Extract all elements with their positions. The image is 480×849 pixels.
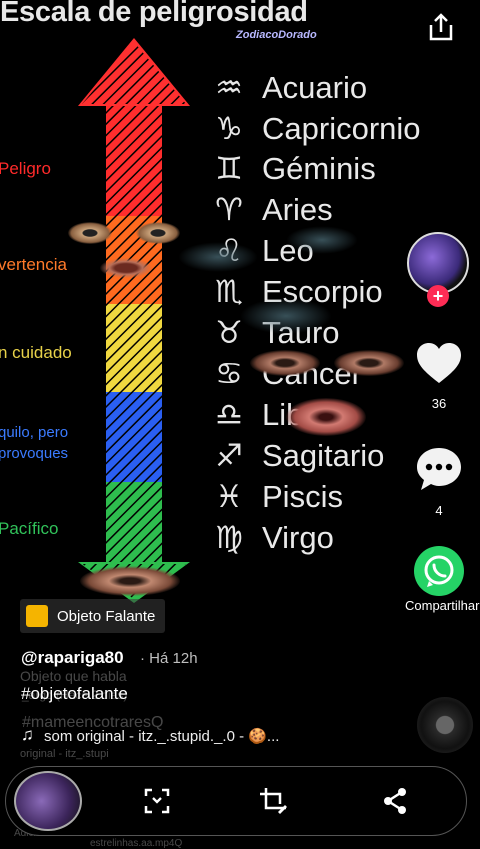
fullscreen-icon[interactable] bbox=[142, 786, 172, 816]
face-shadow bbox=[178, 242, 258, 272]
zodiac-name: Acuario bbox=[262, 70, 368, 105]
hashtag-link[interactable]: #objetofalante bbox=[21, 684, 128, 704]
post-time: · Há 12h bbox=[140, 650, 198, 667]
zodiac-name: Virgo bbox=[262, 520, 334, 555]
comment-count: 4 bbox=[435, 503, 443, 518]
ghost-text: estrelinhas.aa.mp4Q bbox=[90, 838, 183, 849]
face-shadow bbox=[286, 226, 358, 254]
heart-icon[interactable] bbox=[415, 340, 463, 388]
level-label-danger: Peligro bbox=[0, 159, 51, 178]
music-note-icon: ♫ bbox=[21, 725, 34, 744]
virgo-icon: ♍ bbox=[215, 520, 243, 556]
zodiac-row-aquarius: ♒ Acuario bbox=[208, 69, 367, 107]
gemini-icon: ♊ bbox=[215, 151, 243, 187]
share-label[interactable]: Compartilhar bbox=[405, 597, 479, 615]
zodiac-name: Géminis bbox=[262, 151, 376, 186]
sagittarius-icon: ♐ bbox=[215, 438, 243, 474]
sound-title[interactable]: som original - itz._.stupid._.0 - 🍪... bbox=[44, 727, 279, 745]
face-eye-left bbox=[250, 350, 320, 376]
zodiac-row-virgo: ♍ Virgo bbox=[208, 519, 334, 557]
aquarius-icon: ♒ bbox=[215, 70, 243, 106]
share-box-icon[interactable] bbox=[427, 12, 455, 42]
zodiac-row-gemini: ♊ Géminis bbox=[208, 150, 376, 188]
effect-sparkle-icon bbox=[26, 605, 48, 627]
pisces-icon: ♓ bbox=[215, 479, 243, 515]
cancer-icon: ♋ bbox=[215, 356, 243, 392]
author-username[interactable]: @rapariga80 bbox=[21, 648, 124, 668]
aries-icon: ♈ bbox=[215, 192, 243, 228]
face-mouth bbox=[100, 258, 152, 278]
face-eye-left bbox=[68, 222, 112, 244]
video-watermark: ZodiacoDorado bbox=[236, 29, 317, 41]
libra-icon: ♎ bbox=[215, 397, 243, 433]
ghost-text: Objeto que habla bbox=[20, 668, 127, 684]
music-disc[interactable] bbox=[417, 697, 473, 753]
video-thumbnail[interactable] bbox=[14, 771, 82, 831]
danger-scale-arrow bbox=[78, 38, 190, 603]
face-eye-right bbox=[334, 350, 404, 376]
level-label-calm-line2: provoques bbox=[0, 445, 69, 462]
crop-edit-icon[interactable] bbox=[258, 786, 288, 816]
zodiac-name: Aries bbox=[262, 192, 333, 227]
face-eyes-bottom bbox=[80, 566, 180, 596]
share-nodes-icon[interactable] bbox=[380, 786, 410, 816]
level-label-caution: n cuidado bbox=[0, 343, 72, 362]
follow-button[interactable]: + bbox=[427, 285, 449, 307]
capricorn-icon: ♑ bbox=[215, 111, 243, 147]
face-mouth bbox=[286, 398, 366, 436]
zodiac-name: Sagitario bbox=[262, 438, 385, 473]
like-count: 36 bbox=[431, 396, 447, 411]
comment-bubble-icon[interactable] bbox=[415, 445, 463, 493]
video-title: Escala de peligrosidad bbox=[0, 0, 308, 28]
whatsapp-icon[interactable] bbox=[414, 546, 464, 596]
scorpio-icon: ♏ bbox=[215, 274, 243, 310]
zodiac-name: Capricornio bbox=[262, 111, 421, 146]
effect-label: Objeto Falante bbox=[57, 607, 156, 625]
level-label-calm-line1: quilo, pero bbox=[0, 424, 69, 441]
zodiac-row-capricorn: ♑ Capricornio bbox=[208, 110, 421, 148]
face-eye-right bbox=[136, 222, 180, 244]
zodiac-name: Piscis bbox=[262, 479, 343, 514]
zodiac-row-pisces: ♓ Piscis bbox=[208, 478, 343, 516]
ghost-text: original - itz_.stupi bbox=[20, 748, 109, 760]
level-label-warning: vertencia bbox=[0, 255, 67, 274]
effect-chip[interactable]: Objeto Falante bbox=[20, 599, 166, 633]
face-shadow bbox=[240, 298, 332, 334]
zodiac-row-aries: ♈ Aries bbox=[208, 191, 333, 229]
level-label-peaceful: Pacífico bbox=[0, 519, 59, 538]
zodiac-row-sagittarius: ♐ Sagitario bbox=[208, 437, 384, 475]
